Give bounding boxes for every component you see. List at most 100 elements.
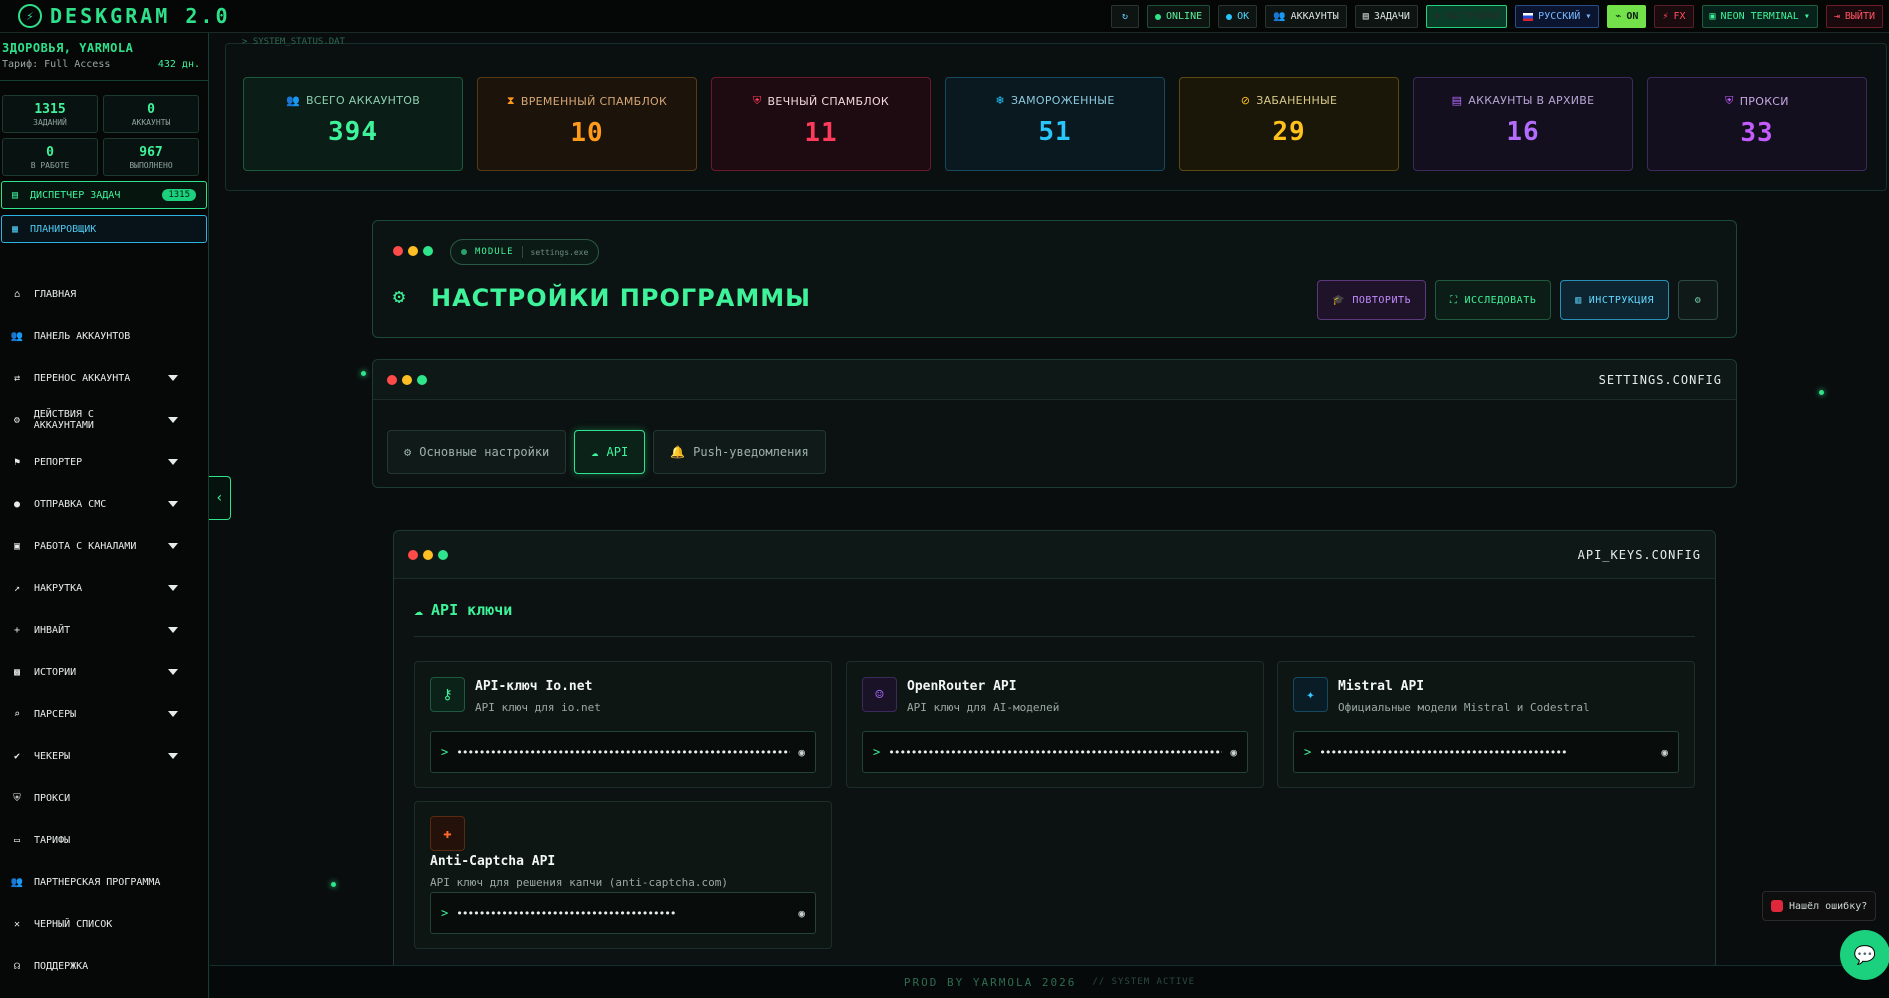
api-key-input-mistral[interactable]: > ••••••••••••••••••••••••••••••••••••••… [1293, 731, 1679, 773]
tab-general[interactable]: ⚙ Основные настройки [387, 430, 567, 474]
sidebar-item-tariffs[interactable]: ▭ ТАРИФЫ [0, 819, 208, 861]
fx-toggle[interactable]: ⚡ FX [1654, 5, 1694, 28]
api-key-name: OpenRouter API [907, 679, 1017, 694]
eye-icon[interactable]: ◉ [1230, 746, 1237, 759]
check-circle-icon: ✔ [13, 750, 21, 762]
tasks-button[interactable]: ▤ ЗАДАЧИ [1354, 5, 1418, 28]
sidebar-item-checkers[interactable]: ✔ ЧЕКЕРЫ [0, 735, 208, 777]
sidebar-item-channels[interactable]: ▣ РАБОТА С КАНАЛАМИ [0, 525, 208, 567]
prompt-icon: > [1304, 745, 1312, 759]
online-status: ONLINE [1147, 5, 1211, 28]
sidebar-item-stories[interactable]: ▩ ИСТОРИИ [0, 651, 208, 693]
counter-value: 29 [1272, 117, 1306, 147]
tab-push[interactable]: 🔔 Push-уведомления [653, 430, 826, 474]
chat-button[interactable]: 💬 [1840, 930, 1889, 980]
sidebar-item-proxy[interactable]: ⛨ ПРОКСИ [0, 777, 208, 819]
sidebar-item-account-actions[interactable]: ⚙ ДЕЙСТВИЯ С АККАУНТАМИ [0, 399, 208, 441]
caret-down-icon [168, 585, 178, 591]
sidebar-item-label: ПАРТНЕРСКАЯ ПРОГРАММА [34, 876, 161, 888]
window-title: API_KEYS.CONFIG [1577, 547, 1701, 562]
clipboard-icon: ▤ [1362, 11, 1369, 22]
eye-icon[interactable]: ◉ [798, 746, 805, 759]
counter-label: ВСЕГО АККАУНТОВ [305, 94, 421, 107]
scheduler-button[interactable]: ▦ ПЛАНИРОВЩИК [1, 215, 207, 243]
logo[interactable]: ⚡ DESKGRAM 2.0 [0, 4, 231, 28]
stat-label: ЗАДАНИЙ [33, 117, 67, 127]
sidebar-item-partners[interactable]: 👥 ПАРТНЕРСКАЯ ПРОГРАММА [0, 861, 208, 903]
power-toggle[interactable]: ⌁ ON [1607, 5, 1647, 28]
counter-proxy: ⛨ ПРОКСИ 33 [1647, 77, 1867, 171]
api-key-input-anticaptcha[interactable]: > ••••••••••••••••••••••••••••••••••••••… [430, 892, 816, 934]
shield-alert-icon: ⛨ [752, 94, 762, 107]
accounts-button[interactable]: 👥 АККАУНТЫ [1265, 5, 1347, 28]
repeat-button[interactable]: 🎓 ПОВТОРИТЬ [1317, 280, 1427, 320]
clipboard-icon: ▤ [12, 189, 19, 201]
close-dot-icon[interactable] [408, 549, 418, 560]
sidebar-item-account-transfer[interactable]: ⇄ ПЕРЕНОС АККАУНТА [0, 357, 208, 399]
task-dispatcher-button[interactable]: ▤ ДИСПЕТЧЕР ЗАДАЧ 1315 [1, 181, 207, 209]
settings-gear-button[interactable]: ⚙ [1678, 280, 1718, 320]
eye-icon[interactable]: ◉ [798, 907, 805, 920]
footer-credit: PROD BY YARMOLA 2026 [903, 975, 1077, 989]
footer-status: // SYSTEM ACTIVE [1092, 977, 1196, 987]
language-select[interactable]: РУССКИЙ ▾ [1515, 5, 1600, 28]
window-header: API_KEYS.CONFIG [394, 531, 1715, 579]
credit-card-icon: ▭ [13, 834, 21, 846]
sidebar-item-label: ИСТОРИИ [34, 666, 77, 678]
sparkles-icon: ✦ [1293, 677, 1328, 712]
sidebar-item-accounts-panel[interactable]: 👥 ПАНЕЛЬ АККАУНТОВ [0, 315, 208, 357]
online-dot-icon [1155, 13, 1161, 20]
minimize-dot-icon[interactable] [408, 246, 418, 256]
sidebar-item-invite[interactable]: + ИНВАЙТ [0, 609, 208, 651]
sidebar-item-blacklist[interactable]: ✕ ЧЕРНЫЙ СПИСОК [0, 903, 208, 945]
manual-button[interactable]: ▥ ИНСТРУКЦИЯ [1560, 280, 1669, 320]
tariff-row: Тариф: Full Access 432 дн. [0, 55, 208, 70]
fx-label: FX [1673, 11, 1686, 22]
gear-icon: ⚙ [393, 284, 406, 308]
sidebar-item-reporter[interactable]: ⚑ РЕПОРТЕР [0, 441, 208, 483]
api-key-input-ionet[interactable]: > ••••••••••••••••••••••••••••••••••••••… [430, 731, 816, 773]
window-controls [387, 374, 427, 385]
sidebar-item-parsers[interactable]: ⌕ ПАРСЕРЫ [0, 693, 208, 735]
tariff-days: 432 дн. [157, 59, 200, 70]
users-icon: 👥 [1273, 11, 1286, 22]
maximize-dot-icon[interactable] [438, 549, 448, 560]
tab-api[interactable]: ☁ API [574, 430, 646, 474]
maximize-dot-icon[interactable] [417, 374, 427, 385]
stat-value: 0 [46, 144, 54, 160]
settings-button[interactable]: ⚙ НАСТРОЙКИ [1425, 5, 1508, 28]
exit-button[interactable]: ⇥ ВЫЙТИ [1825, 5, 1883, 28]
refresh-button[interactable]: ↻ [1111, 5, 1139, 28]
task-dispatcher-label: ДИСПЕТЧЕР ЗАДАЧ [30, 189, 121, 201]
api-key-name: Mistral API [1338, 679, 1425, 694]
counter-label: ВЕЧНЫЙ СПАМБЛОК [767, 94, 890, 108]
minimize-dot-icon[interactable] [402, 374, 412, 385]
users-icon: 👥 [10, 876, 24, 888]
sidebar-item-support[interactable]: ☊ ПОДДЕРЖКА [0, 945, 208, 987]
api-key-value: ••••••••••••••••••••••••••••••••••••••••… [888, 745, 1223, 759]
api-key-name: API-ключ Io.net [475, 679, 593, 694]
minimize-dot-icon[interactable] [423, 549, 433, 560]
sidebar-item-label: ОТПРАВКА СМС [34, 498, 107, 510]
close-dot-icon[interactable] [387, 374, 397, 385]
maximize-dot-icon[interactable] [423, 246, 433, 256]
caret-down-icon [168, 501, 178, 507]
counter-frozen: ❄ ЗАМОРОЖЕННЫЕ 51 [945, 77, 1165, 171]
manual-label: ИНСТРУКЦИЯ [1588, 294, 1654, 306]
settings-label: НАСТРОЙКИ [1444, 11, 1500, 22]
close-dot-icon[interactable] [393, 246, 403, 256]
sidebar-item-sms[interactable]: ● ОТПРАВКА СМС [0, 483, 208, 525]
api-key-card-anticaptcha: ✚ Anti-Captcha API API ключ для решения … [414, 801, 832, 949]
bot-icon: ☺ [862, 677, 897, 712]
api-key-input-openrouter[interactable]: > ••••••••••••••••••••••••••••••••••••••… [862, 731, 1248, 773]
sidebar-item-home[interactable]: ⌂ ГЛАВНАЯ [0, 273, 208, 315]
sidebar-item-boost[interactable]: ↗ НАКРУТКА [0, 567, 208, 609]
stat-card-accounts: 0 АККАУНТЫ [103, 95, 199, 133]
cloud-upload-icon: ☁ [414, 601, 424, 619]
theme-select[interactable]: ▣ NEON TERMINAL ▾ [1701, 5, 1818, 28]
explore-button[interactable]: ⛶ ИССЛЕДОВАТЬ [1435, 280, 1552, 320]
counter-value: 11 [804, 118, 838, 148]
eye-icon[interactable]: ◉ [1661, 746, 1668, 759]
report-bug-button[interactable]: Нашёл ошибку? [1762, 891, 1877, 921]
top-bar: ⚡ DESKGRAM 2.0 ↻ ONLINE OK 👥 АККАУНТЫ ▤ ЗА… [0, 0, 1889, 33]
